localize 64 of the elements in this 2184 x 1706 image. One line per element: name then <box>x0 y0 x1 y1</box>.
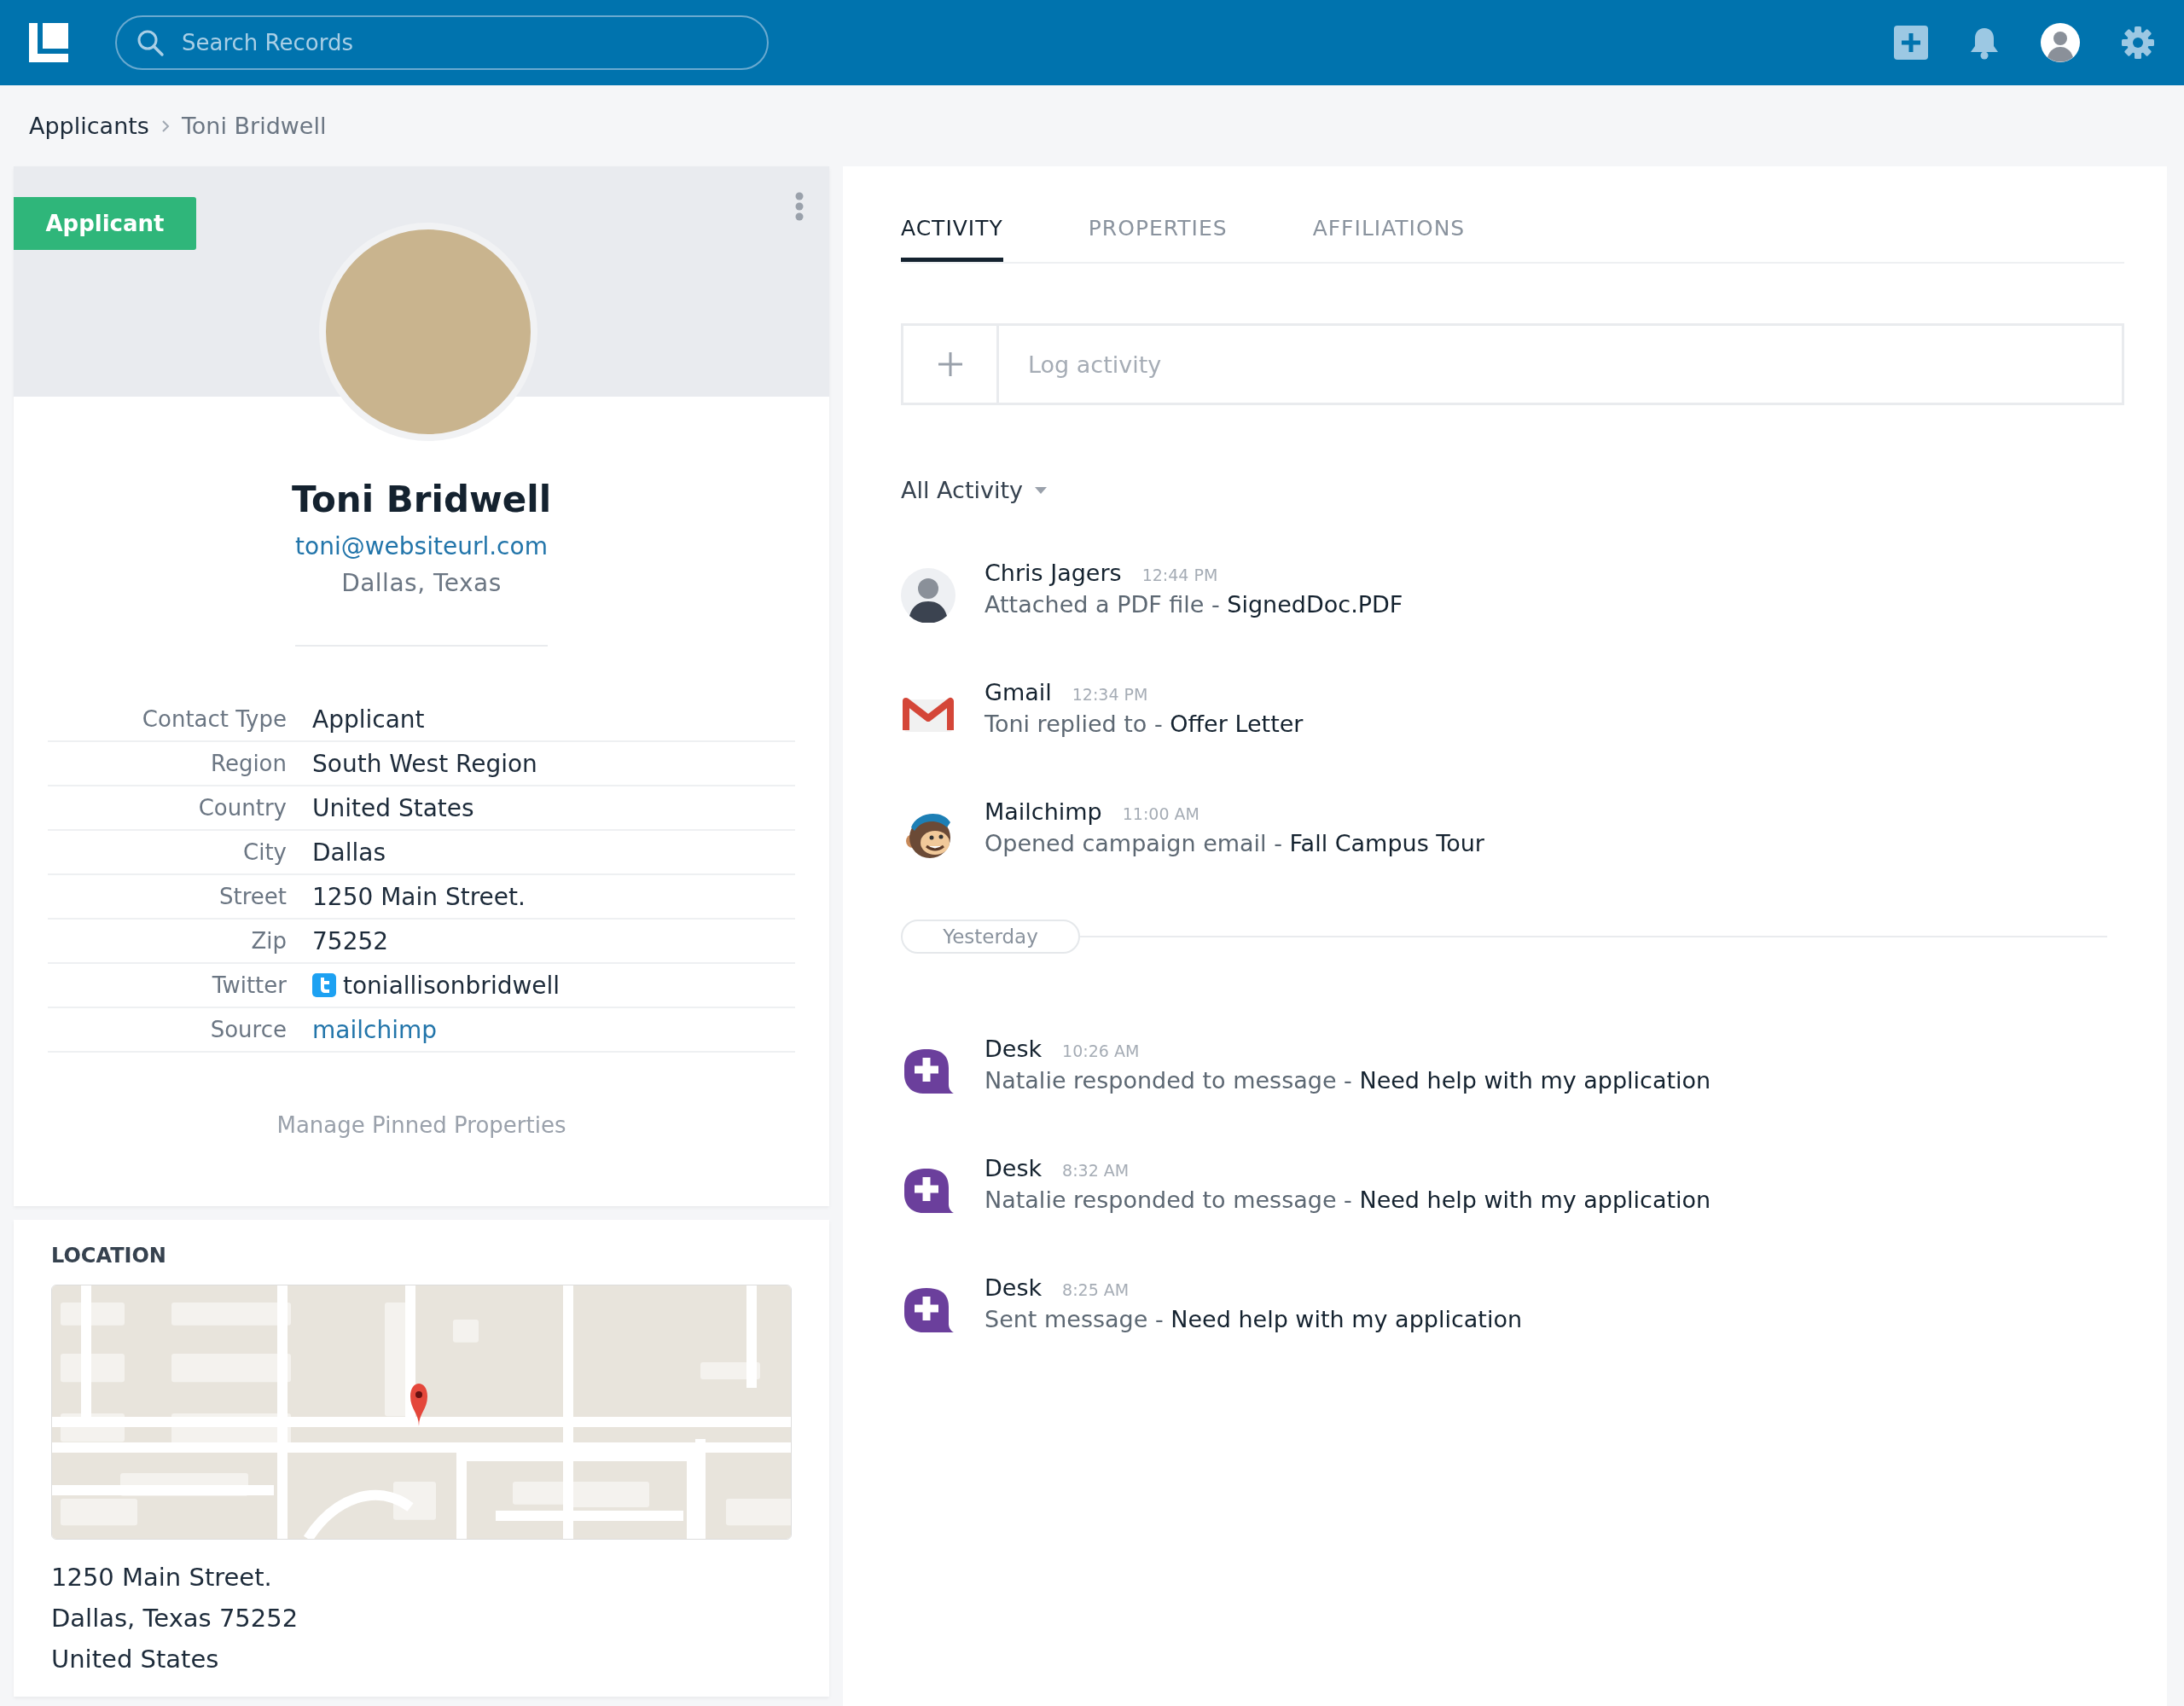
source-name: Desk <box>985 1036 1043 1062</box>
field-label: Region <box>210 751 287 776</box>
activity-description: Natalie responded to message - Need help with my application <box>985 1067 1711 1094</box>
timestamp: 12:34 PM <box>1072 685 1148 704</box>
timestamp: 12:44 PM <box>1141 566 1218 584</box>
timestamp: 10:26 AM <box>1062 1042 1140 1060</box>
manage-link[interactable]: Manage Pinned Properties <box>276 1112 566 1138</box>
source-name: Desk <box>985 1274 1043 1301</box>
source-link[interactable]: mailchimp <box>312 1015 437 1044</box>
tab[interactable]: PROPERTIES <box>1088 200 1228 262</box>
log-activity-field[interactable]: Log activity <box>999 323 2124 405</box>
address-line: Dallas, Texas 75252 <box>51 1603 299 1634</box>
field-label: Country <box>197 795 287 821</box>
field-label: Contact Type <box>141 706 287 732</box>
field-value: United States <box>312 793 474 822</box>
timestamp: 11:00 AM <box>1122 804 1199 823</box>
chevron-icon <box>160 119 170 133</box>
field-value: 1250 Main Street. <box>312 882 526 911</box>
status-badge: Applicant <box>14 197 196 250</box>
breadcrumb-link[interactable]: Applicants <box>29 113 149 139</box>
search-field[interactable]: Search Records <box>115 15 769 70</box>
activity-description: Sent message - Need help with my application <box>985 1306 1523 1332</box>
filter-dropdown[interactable]: All Activity <box>901 477 1048 503</box>
source-name: Desk <box>985 1155 1043 1181</box>
activity-description: Attached a PDF file - SignedDoc.PDF <box>985 591 1403 618</box>
activity-description: Opened campaign email - Fall Campus Tour <box>985 830 1484 856</box>
add-icon[interactable] <box>1894 26 1928 60</box>
field-value: toniallisonbridwell <box>343 971 561 1000</box>
more-icon[interactable] <box>795 192 804 221</box>
t-logo-icon <box>312 973 336 997</box>
email-link[interactable]: toni@websiteurl.com <box>295 532 548 560</box>
field-label: Twitter <box>211 972 287 998</box>
field-value: Applicant <box>312 705 425 734</box>
timestamp: 8:32 AM <box>1062 1161 1130 1180</box>
contact-location: Dallas, Texas <box>341 569 502 597</box>
field-value: Dallas <box>312 838 386 867</box>
bell-icon[interactable] <box>1969 26 2000 60</box>
tab[interactable]: ACTIVITY <box>901 200 1003 262</box>
address-line: United States <box>51 1644 220 1675</box>
timestamp: 8:25 AM <box>1062 1280 1130 1299</box>
field-value: South West Region <box>312 749 537 778</box>
address-line: 1250 Main Street. <box>51 1562 273 1593</box>
section-title: LOCATION <box>51 1244 167 1268</box>
field-label: Source <box>209 1017 287 1042</box>
source-name: Gmail <box>985 679 1052 705</box>
field-label: Zip <box>250 928 287 954</box>
tab[interactable]: AFFILIATIONS <box>1312 200 1466 262</box>
date-divider: Yesterday <box>901 920 1080 954</box>
logo-icon[interactable] <box>29 23 68 62</box>
add-icon <box>937 351 963 377</box>
caret-icon <box>1035 486 1048 494</box>
search-icon <box>136 28 165 57</box>
source-name: Mailchimp <box>985 798 1102 825</box>
user-avatar[interactable] <box>2041 23 2080 62</box>
person-avatar <box>901 568 956 623</box>
field-label: Street <box>218 884 287 909</box>
activity-description: Toni replied to - Offer Letter <box>985 711 1304 737</box>
activity-description: Natalie responded to message - Need help with my application <box>985 1187 1711 1213</box>
breadcrumb-current: Toni Bridwell <box>181 113 327 139</box>
settings-icon[interactable] <box>2121 26 2155 60</box>
contact-name: Toni Bridwell <box>291 479 552 520</box>
source-name: Chris Jagers <box>985 560 1122 586</box>
field-value: 75252 <box>312 926 389 955</box>
field-label: City <box>242 839 287 865</box>
